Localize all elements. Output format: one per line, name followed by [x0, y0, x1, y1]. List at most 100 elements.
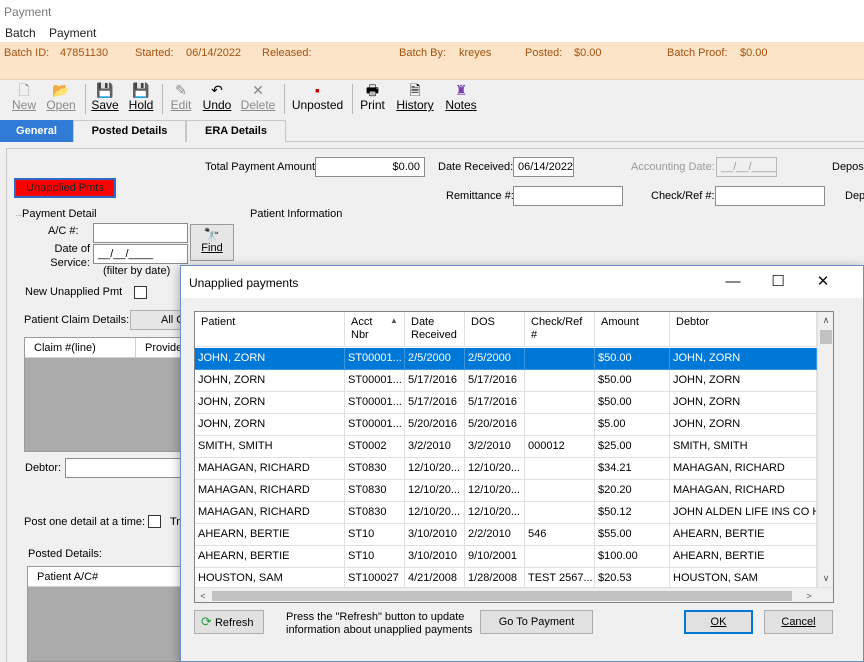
- all-claims-button[interactable]: All C: [130, 310, 186, 330]
- new-document-icon: 🗋: [18, 82, 30, 98]
- column-header-check-ref[interactable]: Check/Ref #: [525, 312, 595, 347]
- cell-amount: $100.00: [595, 546, 670, 568]
- cell-patient: AHEARN, BERTIE: [195, 524, 345, 546]
- cell-date-received: 12/10/20...: [405, 458, 465, 480]
- refresh-icon: ⟳: [201, 614, 212, 629]
- started-label: Started:: [135, 47, 174, 59]
- delete-button[interactable]: ✕ Delete: [240, 82, 276, 116]
- menu-batch[interactable]: Batch: [5, 26, 36, 40]
- cell-date-received: 3/10/2010: [405, 546, 465, 568]
- batch-proof-label: Batch Proof:: [667, 47, 728, 59]
- batch-by-label: Batch By:: [399, 47, 447, 59]
- column-header-date-received[interactable]: Date Received: [405, 312, 465, 347]
- print-button[interactable]: 🖶 Print: [359, 82, 386, 116]
- minimize-icon[interactable]: —: [718, 272, 748, 292]
- posted-details-grid[interactable]: Patient A/C#: [27, 566, 187, 662]
- date-of-service-label: Date of Service:: [50, 243, 90, 269]
- cell-check-ref: [525, 392, 595, 414]
- remittance-field[interactable]: [513, 186, 623, 206]
- go-to-payment-button[interactable]: Go To Payment: [480, 610, 593, 634]
- table-row[interactable]: JOHN, ZORN ST00001... 2/5/2000 2/5/2000 $50.…: [195, 348, 817, 370]
- history-button[interactable]: 🗎 History: [394, 82, 436, 116]
- cell-debtor: JOHN, ZORN: [670, 392, 817, 414]
- claim-line-column: Claim #(line): [34, 342, 96, 354]
- cell-patient: MAHAGAN, RICHARD: [195, 502, 345, 524]
- cell-check-ref: 000012: [525, 436, 595, 458]
- new-unapplied-label: New Unapplied Pmt: [25, 286, 123, 298]
- notes-button[interactable]: ♜ Notes: [444, 82, 478, 116]
- menu-payment[interactable]: Payment: [49, 26, 96, 40]
- toolbar-separator: [162, 84, 163, 114]
- scroll-thumb[interactable]: [820, 330, 832, 344]
- cell-acct-nbr: ST00001...: [345, 370, 405, 392]
- vertical-scrollbar[interactable]: ∧ ∨: [817, 312, 833, 587]
- undo-button[interactable]: ↶ Undo: [201, 82, 233, 116]
- cell-debtor: JOHN ALDEN LIFE INS CO H...: [670, 502, 817, 524]
- post-one-detail-checkbox[interactable]: [148, 515, 161, 528]
- posted-details-label: Posted Details:: [28, 548, 102, 560]
- cell-acct-nbr: ST10: [345, 546, 405, 568]
- refresh-button[interactable]: ⟳ Refresh: [194, 610, 264, 634]
- column-header-dos[interactable]: DOS: [465, 312, 525, 347]
- edit-button[interactable]: ✎ Edit: [169, 82, 193, 116]
- date-of-service-field[interactable]: __/__/____: [93, 244, 188, 264]
- notes-icon: ♜: [454, 82, 468, 98]
- new-unapplied-checkbox[interactable]: [134, 286, 147, 299]
- ok-button[interactable]: OK: [684, 610, 753, 634]
- patient-claim-label: Patient Claim Details:: [24, 314, 130, 326]
- horizontal-scrollbar[interactable]: < >: [195, 587, 833, 602]
- delete-x-icon: ✕: [252, 82, 264, 98]
- cancel-button[interactable]: Cancel: [764, 610, 833, 634]
- filter-by-date-note: (filter by date): [103, 265, 171, 277]
- new-button[interactable]: 🗋 New: [10, 82, 38, 116]
- cell-amount: $20.20: [595, 480, 670, 502]
- scroll-left-icon[interactable]: <: [195, 588, 211, 602]
- scroll-down-icon[interactable]: ∨: [818, 570, 833, 586]
- column-header-amount[interactable]: Amount: [595, 312, 670, 347]
- table-row[interactable]: JOHN, ZORN ST00001... 5/17/2016 5/17/2016 $5…: [195, 370, 817, 392]
- tab-era-details[interactable]: ERA Details: [186, 120, 286, 142]
- table-row[interactable]: SMITH, SMITH ST0002 3/2/2010 3/2/2010 000012…: [195, 436, 817, 458]
- deposit-label: Deposi: [832, 161, 864, 173]
- scroll-up-icon[interactable]: ∧: [818, 312, 833, 328]
- hold-button[interactable]: 💾 Hold: [127, 82, 155, 116]
- column-header-patient[interactable]: Patient: [195, 312, 345, 347]
- unapplied-pmts-button[interactable]: Unapplied Pmts: [14, 178, 116, 198]
- date-received-field[interactable]: 06/14/2022: [513, 157, 574, 177]
- claim-details-grid[interactable]: Claim #(line) Provide: [24, 337, 184, 452]
- find-button[interactable]: 🔭 Find: [190, 224, 234, 261]
- column-header-acct-nbr[interactable]: Acct Nbr ▲: [345, 312, 405, 347]
- table-row[interactable]: JOHN, ZORN ST00001... 5/17/2016 5/17/2016 $5…: [195, 392, 817, 414]
- table-row[interactable]: AHEARN, BERTIE ST10 3/10/2010 2/2/2010 546 $5…: [195, 524, 817, 546]
- debtor-field[interactable]: [65, 458, 190, 478]
- cell-date-received: 2/5/2000: [405, 348, 465, 370]
- table-row[interactable]: MAHAGAN, RICHARD ST0830 12/10/20... 12/10/2…: [195, 458, 817, 480]
- close-icon[interactable]: ✕: [808, 272, 838, 292]
- tr-label: Tr: [170, 516, 180, 528]
- batch-by-value: kreyes: [459, 47, 492, 59]
- posted-label: Posted:: [525, 47, 563, 59]
- column-header-debtor[interactable]: Debtor: [670, 312, 817, 347]
- save-button[interactable]: 💾 Save: [91, 82, 119, 116]
- tab-posted-details[interactable]: Posted Details: [73, 120, 186, 142]
- scroll-right-icon[interactable]: >: [801, 588, 817, 602]
- table-row[interactable]: MAHAGAN, RICHARD ST0830 12/10/20... 12/10/2…: [195, 480, 817, 502]
- ac-number-field[interactable]: [93, 223, 188, 243]
- maximize-icon[interactable]: ☐: [763, 272, 793, 292]
- remittance-label: Remittance #:: [446, 190, 514, 202]
- unapplied-payments-grid[interactable]: Patient Acct Nbr ▲ Date Received DOS Che…: [194, 311, 834, 603]
- table-row[interactable]: AHEARN, BERTIE ST10 3/10/2010 9/10/2001 $100…: [195, 546, 817, 568]
- table-row[interactable]: JOHN, ZORN ST00001... 5/20/2016 5/20/2016 $5…: [195, 414, 817, 436]
- check-ref-field[interactable]: [715, 186, 825, 206]
- tab-general[interactable]: General: [0, 120, 73, 142]
- cell-debtor: AHEARN, BERTIE: [670, 546, 817, 568]
- cell-patient: JOHN, ZORN: [195, 370, 345, 392]
- horizontal-scroll-thumb[interactable]: [212, 591, 792, 601]
- table-row[interactable]: MAHAGAN, RICHARD ST0830 12/10/20... 12/10/2…: [195, 502, 817, 524]
- open-button[interactable]: 📂 Open: [45, 82, 77, 116]
- unposted-button[interactable]: ▪ Unposted: [291, 82, 344, 116]
- cell-dos: 2/5/2000: [465, 348, 525, 370]
- batch-proof-value: $0.00: [740, 47, 768, 59]
- total-payment-field[interactable]: $0.00: [315, 157, 425, 177]
- save-disk-icon: 💾: [96, 82, 114, 98]
